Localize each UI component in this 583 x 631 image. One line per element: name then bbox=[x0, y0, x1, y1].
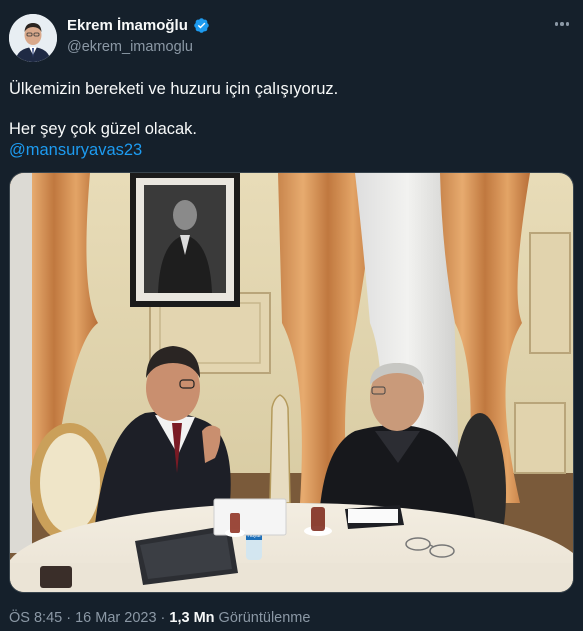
avatar-portrait bbox=[9, 14, 57, 62]
more-horizontal-icon[interactable] bbox=[551, 14, 573, 34]
tweet-date[interactable]: 16 Mar 2023 bbox=[75, 610, 156, 626]
meta-separator: · bbox=[156, 610, 170, 626]
tweet-card: Ekrem İmamoğlu @ekrem_imamoglu Ülkemizin… bbox=[0, 0, 583, 631]
mention-link[interactable]: @mansuryavas23 bbox=[9, 141, 142, 160]
author-name-row: Ekrem İmamoğlu bbox=[67, 17, 210, 34]
tweet-text-line-2: Her şey çok güzel olacak. bbox=[9, 120, 198, 138]
verified-badge-icon bbox=[194, 18, 209, 33]
views-count: 1,3 Mn bbox=[169, 610, 215, 626]
views-label: Görüntülenme bbox=[214, 610, 311, 626]
author-handle[interactable]: @ekrem_imamoglu bbox=[67, 39, 193, 55]
tweet-text-line-1: Ülkemizin bereketi ve huzuru için çalışı… bbox=[9, 80, 339, 98]
photo-illustration: Hayat bbox=[10, 173, 573, 592]
tweet-metadata: ÖS 8:45 · 16 Mar 2023 · 1,3 Mn Görüntüle… bbox=[9, 610, 310, 626]
tweet-time[interactable]: ÖS 8:45 bbox=[9, 610, 62, 626]
display-name[interactable]: Ekrem İmamoğlu bbox=[67, 17, 188, 34]
meta-separator: · bbox=[62, 610, 76, 626]
avatar[interactable] bbox=[9, 14, 57, 62]
tweet-photo[interactable]: Hayat bbox=[9, 172, 574, 593]
